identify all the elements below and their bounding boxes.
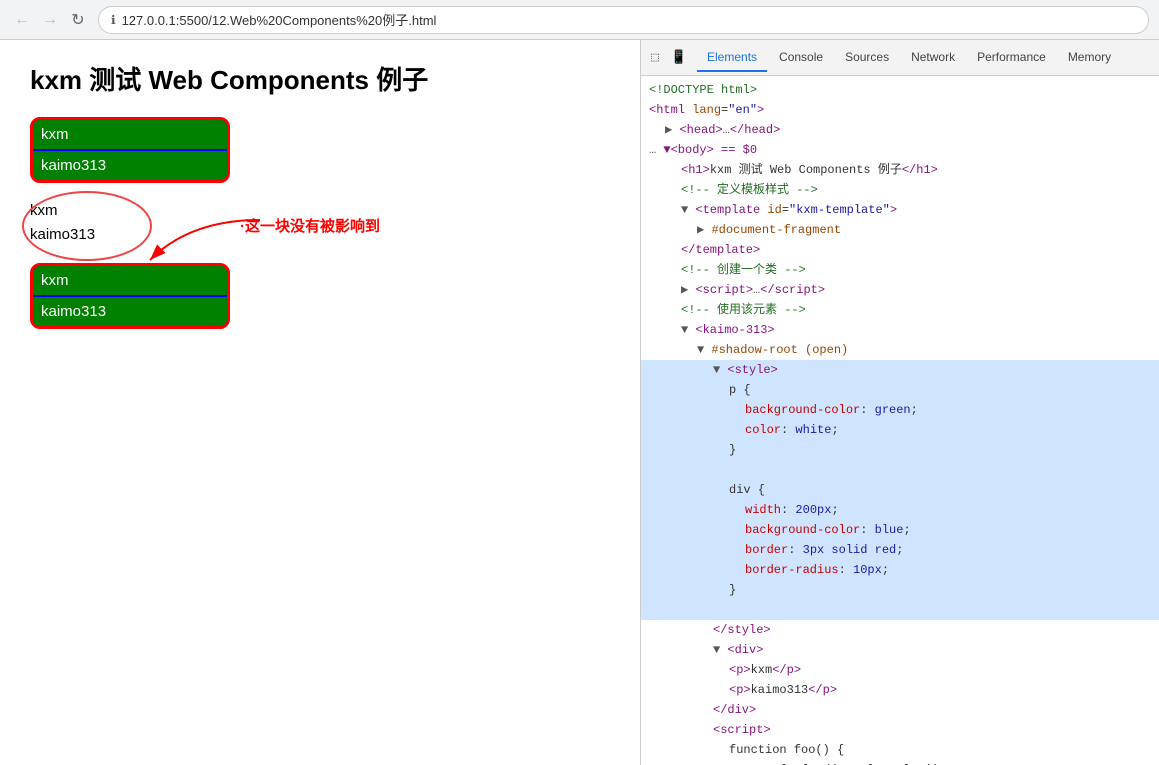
wc1-p2: kaimo313: [33, 151, 227, 180]
tab-sources[interactable]: Sources: [835, 44, 899, 72]
wc1-p1: kxm: [33, 120, 227, 149]
dt-doc-frag: ▶ #document-fragment: [641, 220, 1159, 240]
dt-kaimo-open1: ▼ <kaimo-313>: [641, 320, 1159, 340]
tab-performance[interactable]: Performance: [967, 44, 1056, 72]
dt-p-close: }: [641, 440, 1159, 460]
tab-elements[interactable]: Elements: [697, 44, 767, 72]
dt-div-close: }: [641, 580, 1159, 600]
devtools-icons: ⬚ 📱: [645, 48, 689, 68]
dt-bg-blue: background-color: blue;: [641, 520, 1159, 540]
dt-comment2: <!-- 创建一个类 -->: [641, 260, 1159, 280]
dt-script2: <script>: [641, 720, 1159, 740]
page-title: kxm 测试 Web Components 例子: [30, 60, 610, 97]
dt-comment1: <!-- 定义模板样式 -->: [641, 180, 1159, 200]
browser-chrome: ← → ↻ ℹ 127.0.0.1:5500/12.Web%20Componen…: [0, 0, 1159, 40]
tab-memory[interactable]: Memory: [1058, 44, 1121, 72]
dt-p-kxm: <p>kxm</p>: [641, 660, 1159, 680]
dt-h1: <h1>kxm 测试 Web Components 例子</h1>: [641, 160, 1159, 180]
forward-button[interactable]: →: [38, 8, 62, 32]
devtools-panel: ⬚ 📱 Elements Console Sources Network Per…: [640, 40, 1159, 765]
tab-console[interactable]: Console: [769, 44, 833, 72]
page-content: kxm 测试 Web Components 例子 kxm kaimo313 kx…: [0, 40, 640, 765]
dt-p-kaimo: <p>kaimo313</p>: [641, 680, 1159, 700]
dt-dots: … ▼<body> == $0: [641, 140, 1159, 160]
dt-border: border: 3px solid red;: [641, 540, 1159, 560]
wc2-p2: kaimo313: [33, 297, 227, 326]
dt-style-close: [641, 600, 1159, 620]
device-icon[interactable]: 📱: [669, 48, 689, 68]
dt-doctype: <!DOCTYPE html>: [641, 80, 1159, 100]
dt-shadow-root: ▼ #shadow-root (open): [641, 340, 1159, 360]
dt-color-white: color: white;: [641, 420, 1159, 440]
dt-console-log: console.log('template log');: [641, 760, 1159, 765]
dt-script1: ▶ <script>…</script>: [641, 280, 1159, 300]
dt-width: width: 200px;: [641, 500, 1159, 520]
annotation-text: ·这一块没有被影响到: [240, 218, 380, 235]
dt-func: function foo() {: [641, 740, 1159, 760]
tab-network[interactable]: Network: [901, 44, 965, 72]
dt-blank1: [641, 460, 1159, 480]
devtools-tabs: ⬚ 📱 Elements Console Sources Network Per…: [641, 40, 1159, 76]
dt-html-open: <html lang="en">: [641, 100, 1159, 120]
reload-button[interactable]: ↻: [66, 8, 90, 32]
main-layout: kxm 测试 Web Components 例子 kxm kaimo313 kx…: [0, 40, 1159, 765]
dt-p-rule: p {: [641, 380, 1159, 400]
back-button[interactable]: ←: [10, 8, 34, 32]
dt-div-open: ▼ <div>: [641, 640, 1159, 660]
web-component-box-2: kxm kaimo313: [30, 263, 230, 329]
inspect-icon[interactable]: ⬚: [645, 48, 665, 68]
lock-icon: ℹ: [111, 13, 116, 27]
dt-style-open: ▼ <style>: [641, 360, 1159, 380]
dt-div-end: </div>: [641, 700, 1159, 720]
dt-template-open: ▼ <template id="kxm-template">: [641, 200, 1159, 220]
dt-template-close: </template>: [641, 240, 1159, 260]
address-bar[interactable]: ℹ 127.0.0.1:5500/12.Web%20Components%20例…: [98, 6, 1149, 34]
dt-head: ▶ <head>…</head>: [641, 120, 1159, 140]
dt-comment3: <!-- 使用该元素 -->: [641, 300, 1159, 320]
annotation-container: ·这一块没有被影响到: [240, 215, 380, 236]
web-component-box-1: kxm kaimo313: [30, 117, 230, 183]
devtools-content[interactable]: <!DOCTYPE html> <html lang="en"> ▶ <head…: [641, 76, 1159, 765]
url-text: 127.0.0.1:5500/12.Web%20Components%20例子.…: [122, 10, 437, 29]
dt-style-end: </style>: [641, 620, 1159, 640]
dt-bg-green: background-color: green;: [641, 400, 1159, 420]
wc2-p1: kxm: [33, 266, 227, 295]
dt-div-rule: div {: [641, 480, 1159, 500]
dt-border-radius: border-radius: 10px;: [641, 560, 1159, 580]
nav-buttons: ← → ↻: [10, 8, 90, 32]
